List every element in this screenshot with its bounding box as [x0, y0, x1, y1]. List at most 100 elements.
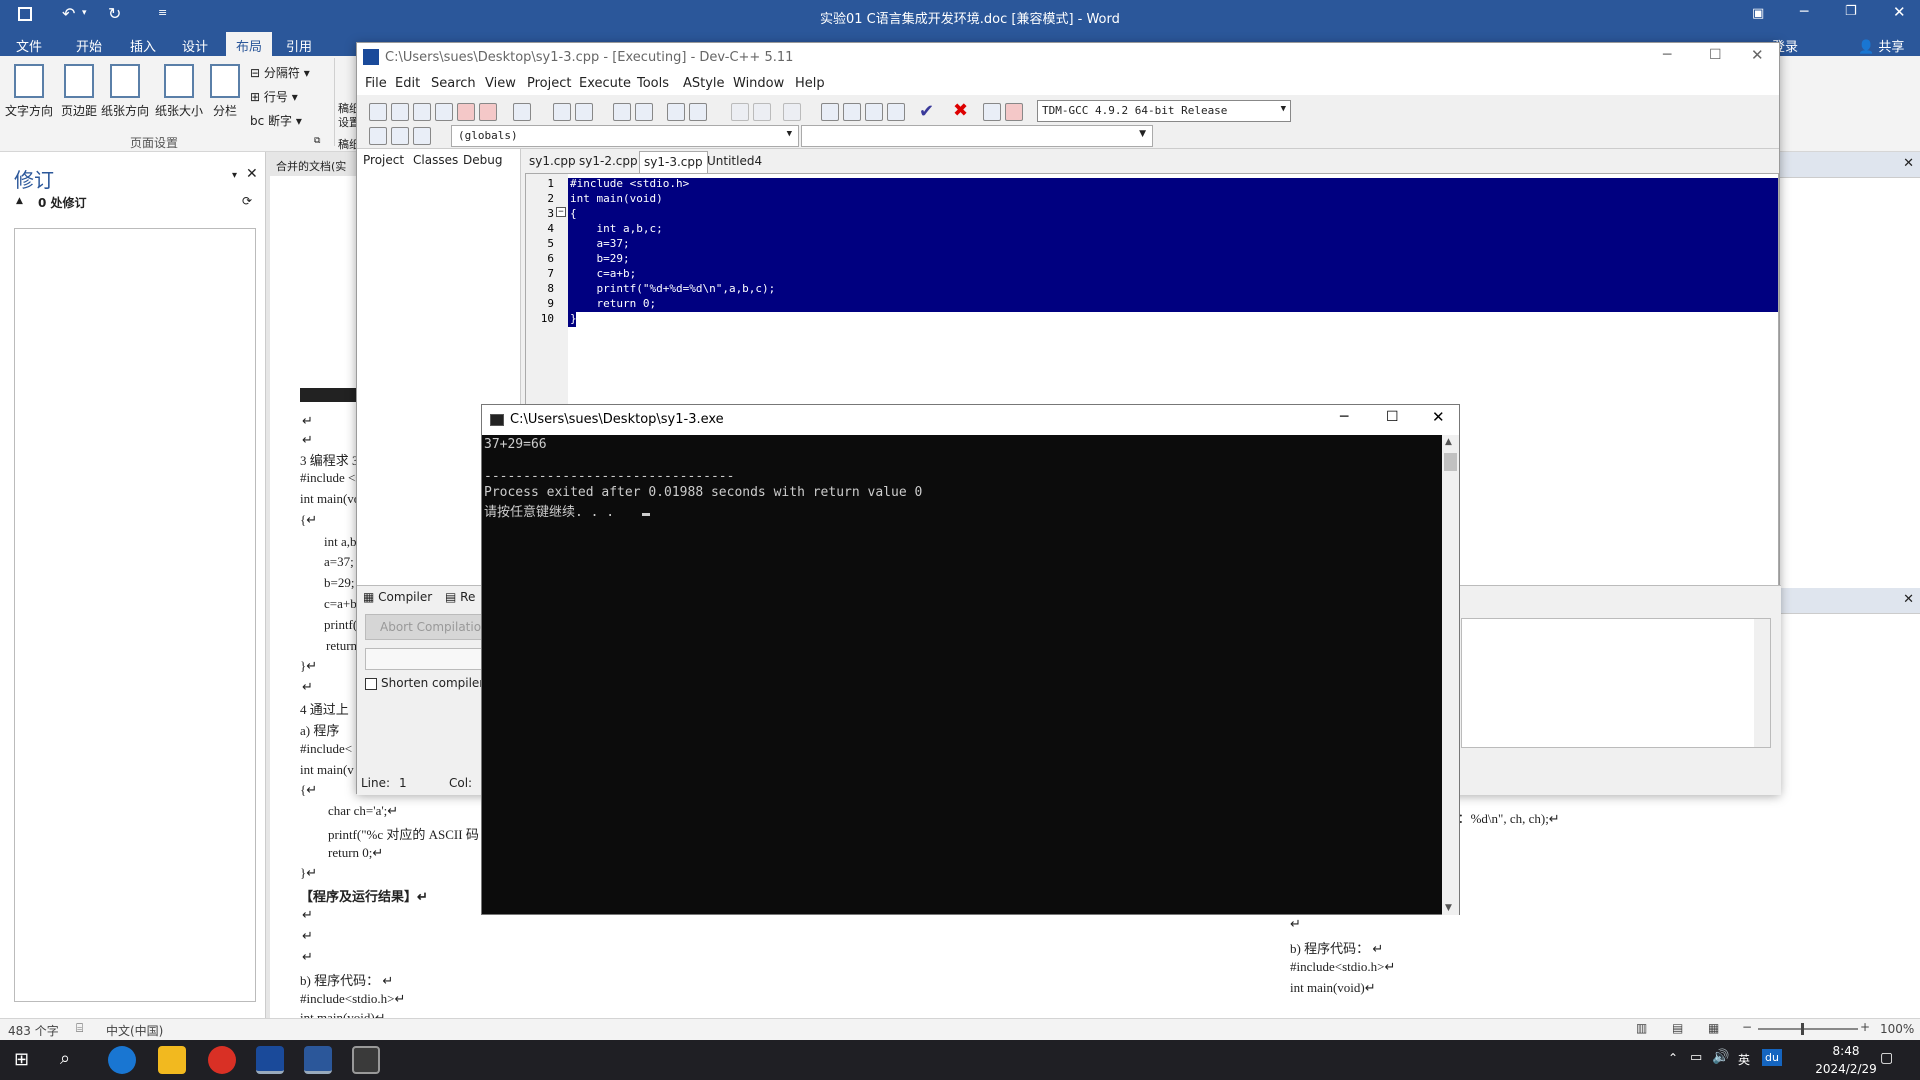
- search-icon[interactable]: ⌕: [60, 1048, 70, 1069]
- menu-window[interactable]: Window: [733, 76, 784, 91]
- delete-profile-icon[interactable]: [1005, 103, 1023, 121]
- close-icon[interactable]: ✕: [1893, 3, 1906, 21]
- ime-indicator[interactable]: 英: [1738, 1051, 1750, 1068]
- back-icon[interactable]: [731, 103, 749, 121]
- undo-icon[interactable]: [553, 103, 571, 121]
- console-scrollbar[interactable]: ▲ ▼: [1442, 435, 1459, 915]
- fold-icon[interactable]: −: [556, 207, 566, 217]
- insert-icon[interactable]: [369, 127, 387, 145]
- notification-icon[interactable]: ▢: [1880, 1050, 1893, 1066]
- undo-icon[interactable]: ↶: [62, 4, 75, 23]
- collapse-icon[interactable]: ▲: [16, 196, 23, 206]
- minimize-icon[interactable]: ─: [1340, 409, 1348, 425]
- zoom-thumb[interactable]: [1801, 1023, 1804, 1035]
- bookmark-icon[interactable]: [689, 103, 707, 121]
- rebuild-icon[interactable]: [887, 103, 905, 121]
- file-tab-active[interactable]: sy1-3.cpp: [639, 151, 708, 173]
- maximize-icon[interactable]: ☐: [1709, 47, 1722, 63]
- devcpp-taskbar-icon[interactable]: [256, 1046, 284, 1074]
- customize-toolbar-icon[interactable]: ≡: [158, 6, 167, 19]
- minimize-icon[interactable]: ─: [1663, 47, 1671, 63]
- compiler-select[interactable]: TDM-GCC 4.9.2 64-bit Release ▼: [1037, 100, 1291, 122]
- web-layout-icon[interactable]: ▦: [1708, 1021, 1719, 1035]
- text-direction-button[interactable]: 文字方向: [2, 64, 56, 119]
- indent-icon[interactable]: [783, 103, 801, 121]
- check-icon[interactable]: ✔: [919, 101, 934, 122]
- compile-run-icon[interactable]: [865, 103, 883, 121]
- read-mode-icon[interactable]: ▥: [1636, 1021, 1647, 1035]
- minimize-icon[interactable]: ─: [1800, 4, 1808, 20]
- edge-icon[interactable]: [108, 1046, 136, 1074]
- language[interactable]: 中文(中国): [106, 1022, 163, 1039]
- word-taskbar-icon[interactable]: [304, 1046, 332, 1074]
- shorten-checkbox[interactable]: [365, 678, 377, 690]
- line-numbers-button[interactable]: ⊞ 行号 ▾: [250, 88, 298, 105]
- pane-options-icon[interactable]: ▾: [232, 170, 237, 181]
- network-icon[interactable]: ▭: [1690, 1050, 1702, 1065]
- tab-file[interactable]: 文件: [16, 36, 42, 55]
- forward-icon[interactable]: [753, 103, 771, 121]
- menu-view[interactable]: View: [485, 76, 516, 91]
- menu-project[interactable]: Project: [527, 76, 571, 91]
- zoom-out-icon[interactable]: −: [1742, 1020, 1752, 1034]
- symbol-select[interactable]: ▼: [801, 125, 1153, 147]
- orientation-button[interactable]: 纸张方向: [98, 64, 152, 119]
- log-scrollbar[interactable]: [1754, 619, 1770, 747]
- clock-date[interactable]: 2024/2/29: [1800, 1062, 1892, 1076]
- chrome-icon[interactable]: [208, 1046, 236, 1074]
- word-count[interactable]: 483 个字: [8, 1022, 59, 1039]
- tab-debug[interactable]: Debug: [463, 153, 502, 167]
- compiler-tab[interactable]: ▦ Compiler: [363, 590, 432, 604]
- resources-tab[interactable]: ▤ Re: [445, 590, 475, 604]
- menu-edit[interactable]: Edit: [395, 76, 420, 91]
- redo-icon[interactable]: ↻: [108, 4, 121, 23]
- scroll-down-icon[interactable]: ▼: [1445, 903, 1452, 913]
- print-layout-icon[interactable]: ▤: [1672, 1021, 1683, 1035]
- close-file-icon[interactable]: [457, 103, 475, 121]
- tab-classes[interactable]: Classes: [413, 153, 458, 167]
- goto-line-icon[interactable]: [667, 103, 685, 121]
- menu-tools[interactable]: Tools: [637, 76, 669, 91]
- open-file-icon[interactable]: [391, 103, 409, 121]
- scope-select[interactable]: (globals) ▼: [451, 125, 799, 147]
- maximize-icon[interactable]: ☐: [1386, 409, 1399, 425]
- zoom-level[interactable]: 100%: [1880, 1022, 1914, 1036]
- save-icon[interactable]: [413, 103, 431, 121]
- new-file-icon[interactable]: [369, 103, 387, 121]
- tab-references[interactable]: 引用: [286, 36, 312, 55]
- baidu-ime-icon[interactable]: du: [1762, 1049, 1782, 1066]
- page-setup-launcher-icon[interactable]: ⧉: [314, 136, 320, 146]
- tab-project[interactable]: Project: [363, 153, 404, 167]
- breaks-button[interactable]: ⊟ 分隔符 ▾: [250, 64, 310, 81]
- compare-close-icon[interactable]: ✕: [1903, 156, 1914, 171]
- file-tab[interactable]: Untitled4: [703, 151, 766, 173]
- pane-close-icon[interactable]: ✕: [246, 166, 258, 182]
- zoom-slider[interactable]: [1758, 1028, 1858, 1030]
- tab-design[interactable]: 设计: [182, 36, 208, 55]
- tab-insert[interactable]: 插入: [130, 36, 156, 55]
- proofing-icon[interactable]: ⌸: [76, 1021, 83, 1036]
- tab-layout[interactable]: 布局: [226, 32, 273, 56]
- compiler-log[interactable]: [1461, 618, 1771, 748]
- profile-icon[interactable]: [983, 103, 1001, 121]
- close-all-icon[interactable]: [479, 103, 497, 121]
- revisions-list[interactable]: [14, 228, 256, 1002]
- toggle-bookmark-icon[interactable]: [391, 127, 409, 145]
- menu-search[interactable]: Search: [431, 76, 476, 91]
- redo-icon[interactable]: [575, 103, 593, 121]
- console-window[interactable]: C:\Users\sues\Desktop\sy1-3.exe ─ ☐ ✕ 37…: [481, 404, 1460, 915]
- replace-icon[interactable]: [635, 103, 653, 121]
- tab-home[interactable]: 开始: [76, 36, 102, 55]
- undo-dropdown-icon[interactable]: ▾: [82, 8, 87, 18]
- restore-icon[interactable]: ❐: [1845, 4, 1857, 19]
- print-icon[interactable]: [513, 103, 531, 121]
- find-icon[interactable]: [613, 103, 631, 121]
- menu-astyle[interactable]: AStyle: [683, 76, 725, 91]
- menu-help[interactable]: Help: [795, 76, 825, 91]
- start-icon[interactable]: ⊞: [14, 1049, 29, 1070]
- compare-close-icon[interactable]: ✕: [1903, 592, 1914, 607]
- scroll-thumb[interactable]: [1444, 453, 1457, 471]
- console-taskbar-icon[interactable]: [352, 1046, 380, 1074]
- save-all-icon[interactable]: [435, 103, 453, 121]
- run-icon[interactable]: [843, 103, 861, 121]
